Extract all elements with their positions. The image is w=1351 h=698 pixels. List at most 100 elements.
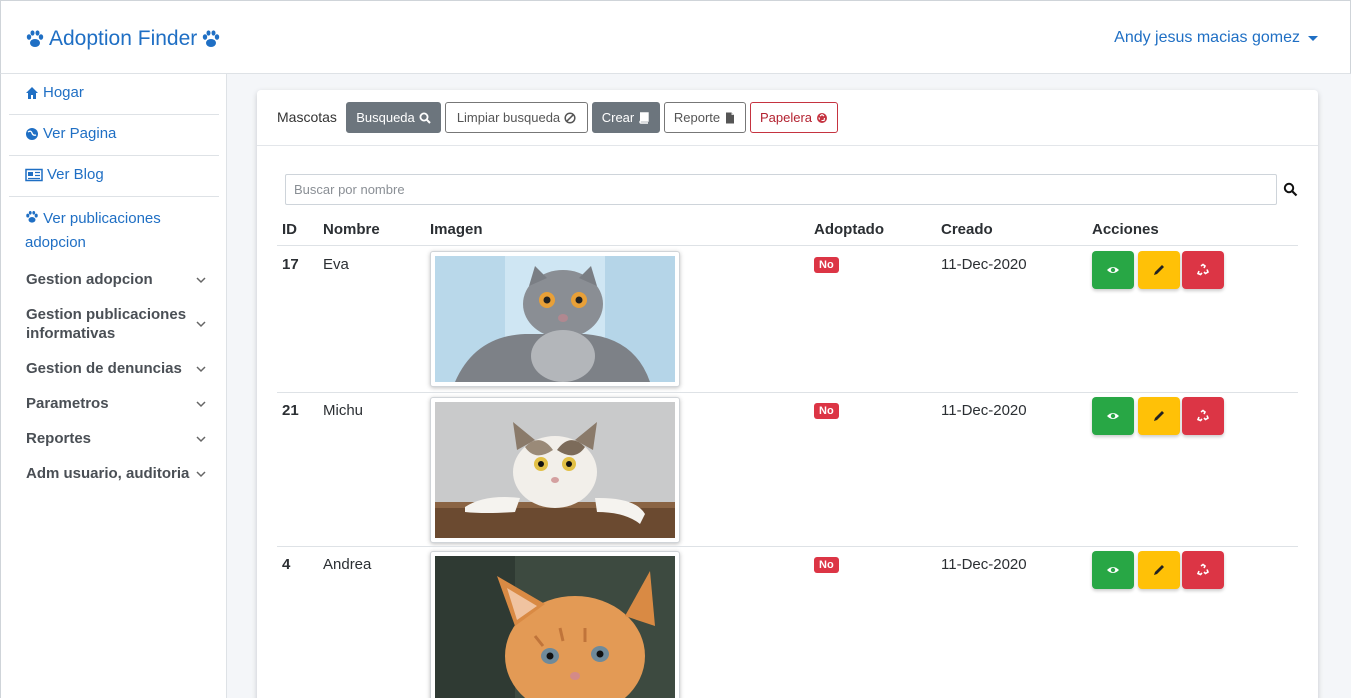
button-label: Limpiar busqueda xyxy=(456,110,561,125)
sidebar-group-adm-usuario[interactable]: Adm usuario, auditoria xyxy=(26,464,206,483)
recycle-icon xyxy=(1196,563,1209,576)
delete-button[interactable] xyxy=(1182,251,1224,289)
view-button[interactable] xyxy=(1092,397,1134,435)
calico-cat-photo xyxy=(430,397,680,543)
column-header-creado: Creado xyxy=(941,221,993,238)
column-header-id: ID xyxy=(282,221,297,238)
trash-button[interactable]: Papelera xyxy=(750,102,838,133)
view-button[interactable] xyxy=(1092,251,1134,289)
edit-button[interactable] xyxy=(1138,397,1180,435)
row-divider xyxy=(277,392,1298,393)
page-title: Mascotas xyxy=(277,109,337,125)
sidebar-item-hogar[interactable]: Hogar xyxy=(9,84,219,115)
pencil-icon xyxy=(1154,565,1164,575)
globe-icon xyxy=(26,128,38,140)
sidebar-item-label: Ver publicaciones adopcion xyxy=(25,210,161,251)
sidebar-group-label: Reportes xyxy=(26,430,92,447)
chevron-down-icon xyxy=(196,321,206,328)
column-header-adoptado: Adoptado xyxy=(814,221,884,238)
home-icon xyxy=(26,87,38,99)
sidebar-item-ver-blog[interactable]: Ver Blog xyxy=(9,166,219,197)
pets-card: Mascotas Busqueda Limpiar busqueda Crear… xyxy=(257,90,1318,698)
cell-name: Michu xyxy=(323,402,364,419)
delete-button[interactable] xyxy=(1182,551,1224,589)
cell-created: 11-Dec-2020 xyxy=(941,556,1027,573)
status-badge: No xyxy=(814,257,839,273)
sidebar-group-label: Parametros xyxy=(26,395,109,412)
cell-name: Eva xyxy=(323,256,349,273)
delete-button[interactable] xyxy=(1182,397,1224,435)
chevron-down-icon xyxy=(196,365,206,372)
chevron-down-icon xyxy=(196,276,206,283)
search-icon xyxy=(419,112,431,124)
view-button[interactable] xyxy=(1092,551,1134,589)
chevron-down-icon xyxy=(196,400,206,407)
card-header: Mascotas Busqueda Limpiar busqueda Crear… xyxy=(257,90,1318,146)
cell-name: Andrea xyxy=(323,556,372,573)
create-button[interactable]: Crear xyxy=(592,102,660,133)
edit-button[interactable] xyxy=(1138,551,1180,589)
sidebar-item-ver-publicaciones[interactable]: Ver publicaciones adopcion xyxy=(9,207,219,255)
search-button[interactable]: Busqueda xyxy=(346,102,441,133)
cell-id: 17 xyxy=(282,256,299,273)
pencil-icon xyxy=(1154,265,1164,275)
gray-cat-photo xyxy=(430,251,680,387)
sidebar: Hogar Ver Pagina Ver Blog Ver publicacio… xyxy=(0,74,227,698)
button-label: Papelera xyxy=(759,110,813,125)
newspaper-icon xyxy=(25,168,43,182)
sidebar-group-gestion-adopcion[interactable]: Gestion adopcion xyxy=(26,270,206,289)
sidebar-item-label: Ver Blog xyxy=(47,166,104,183)
recycle-icon xyxy=(817,112,828,123)
cell-id: 21 xyxy=(282,402,299,419)
cell-id: 4 xyxy=(282,556,291,573)
sidebar-item-label: Ver Pagina xyxy=(43,125,117,142)
sidebar-group-gestion-denuncias[interactable]: Gestion de denuncias xyxy=(26,359,206,378)
report-button[interactable]: Reporte xyxy=(664,102,746,133)
button-label: Crear xyxy=(601,110,635,125)
top-navbar: Adoption Finder Andy jesus macias gomez xyxy=(0,0,1351,74)
status-badge: No xyxy=(814,403,839,419)
eye-icon xyxy=(1107,413,1119,419)
paw-icon xyxy=(26,30,44,47)
book-icon xyxy=(639,111,649,124)
brand-link[interactable]: Adoption Finder xyxy=(25,27,221,51)
button-label: Reporte xyxy=(673,110,721,125)
cell-created: 11-Dec-2020 xyxy=(941,256,1027,273)
column-header-nombre: Nombre xyxy=(323,221,380,238)
paw-icon xyxy=(26,210,38,223)
caret-down-icon xyxy=(1308,35,1318,41)
table-header-divider xyxy=(277,245,1298,246)
column-header-acciones: Acciones xyxy=(1092,221,1159,238)
status-badge: No xyxy=(814,557,839,573)
brand-title: Adoption Finder xyxy=(49,27,198,50)
sidebar-item-ver-pagina[interactable]: Ver Pagina xyxy=(9,125,219,156)
sidebar-item-label: Hogar xyxy=(43,84,84,101)
row-divider xyxy=(277,546,1298,547)
search-icon[interactable] xyxy=(1283,182,1298,197)
user-name: Andy jesus macias gomez xyxy=(1114,29,1300,46)
user-dropdown[interactable]: Andy jesus macias gomez xyxy=(1114,29,1318,47)
clear-search-button[interactable]: Limpiar busqueda xyxy=(445,102,588,133)
sidebar-group-parametros[interactable]: Parametros xyxy=(26,394,206,413)
eye-icon xyxy=(1107,567,1119,573)
ban-icon xyxy=(564,111,576,124)
sidebar-group-gestion-publicaciones[interactable]: Gestion publicaciones informativas xyxy=(26,305,206,343)
sidebar-group-label: Gestion adopcion xyxy=(26,271,153,288)
sidebar-group-label: Adm usuario, auditoria xyxy=(26,465,190,482)
pencil-icon xyxy=(1154,411,1164,421)
column-header-imagen: Imagen xyxy=(430,221,483,238)
orange-kitten-photo xyxy=(430,551,680,698)
button-label: Busqueda xyxy=(356,110,415,125)
edit-button[interactable] xyxy=(1138,251,1180,289)
search-input[interactable] xyxy=(285,174,1277,205)
chevron-down-icon xyxy=(196,435,206,442)
recycle-icon xyxy=(1196,263,1209,276)
eye-icon xyxy=(1107,267,1119,273)
sidebar-group-label: Gestion publicaciones informativas xyxy=(26,306,187,342)
cell-created: 11-Dec-2020 xyxy=(941,402,1027,419)
sidebar-group-label: Gestion de denuncias xyxy=(26,360,182,377)
recycle-icon xyxy=(1196,409,1209,422)
chevron-down-icon xyxy=(196,470,206,477)
sidebar-group-reportes[interactable]: Reportes xyxy=(26,429,206,448)
paw-icon xyxy=(203,30,220,47)
